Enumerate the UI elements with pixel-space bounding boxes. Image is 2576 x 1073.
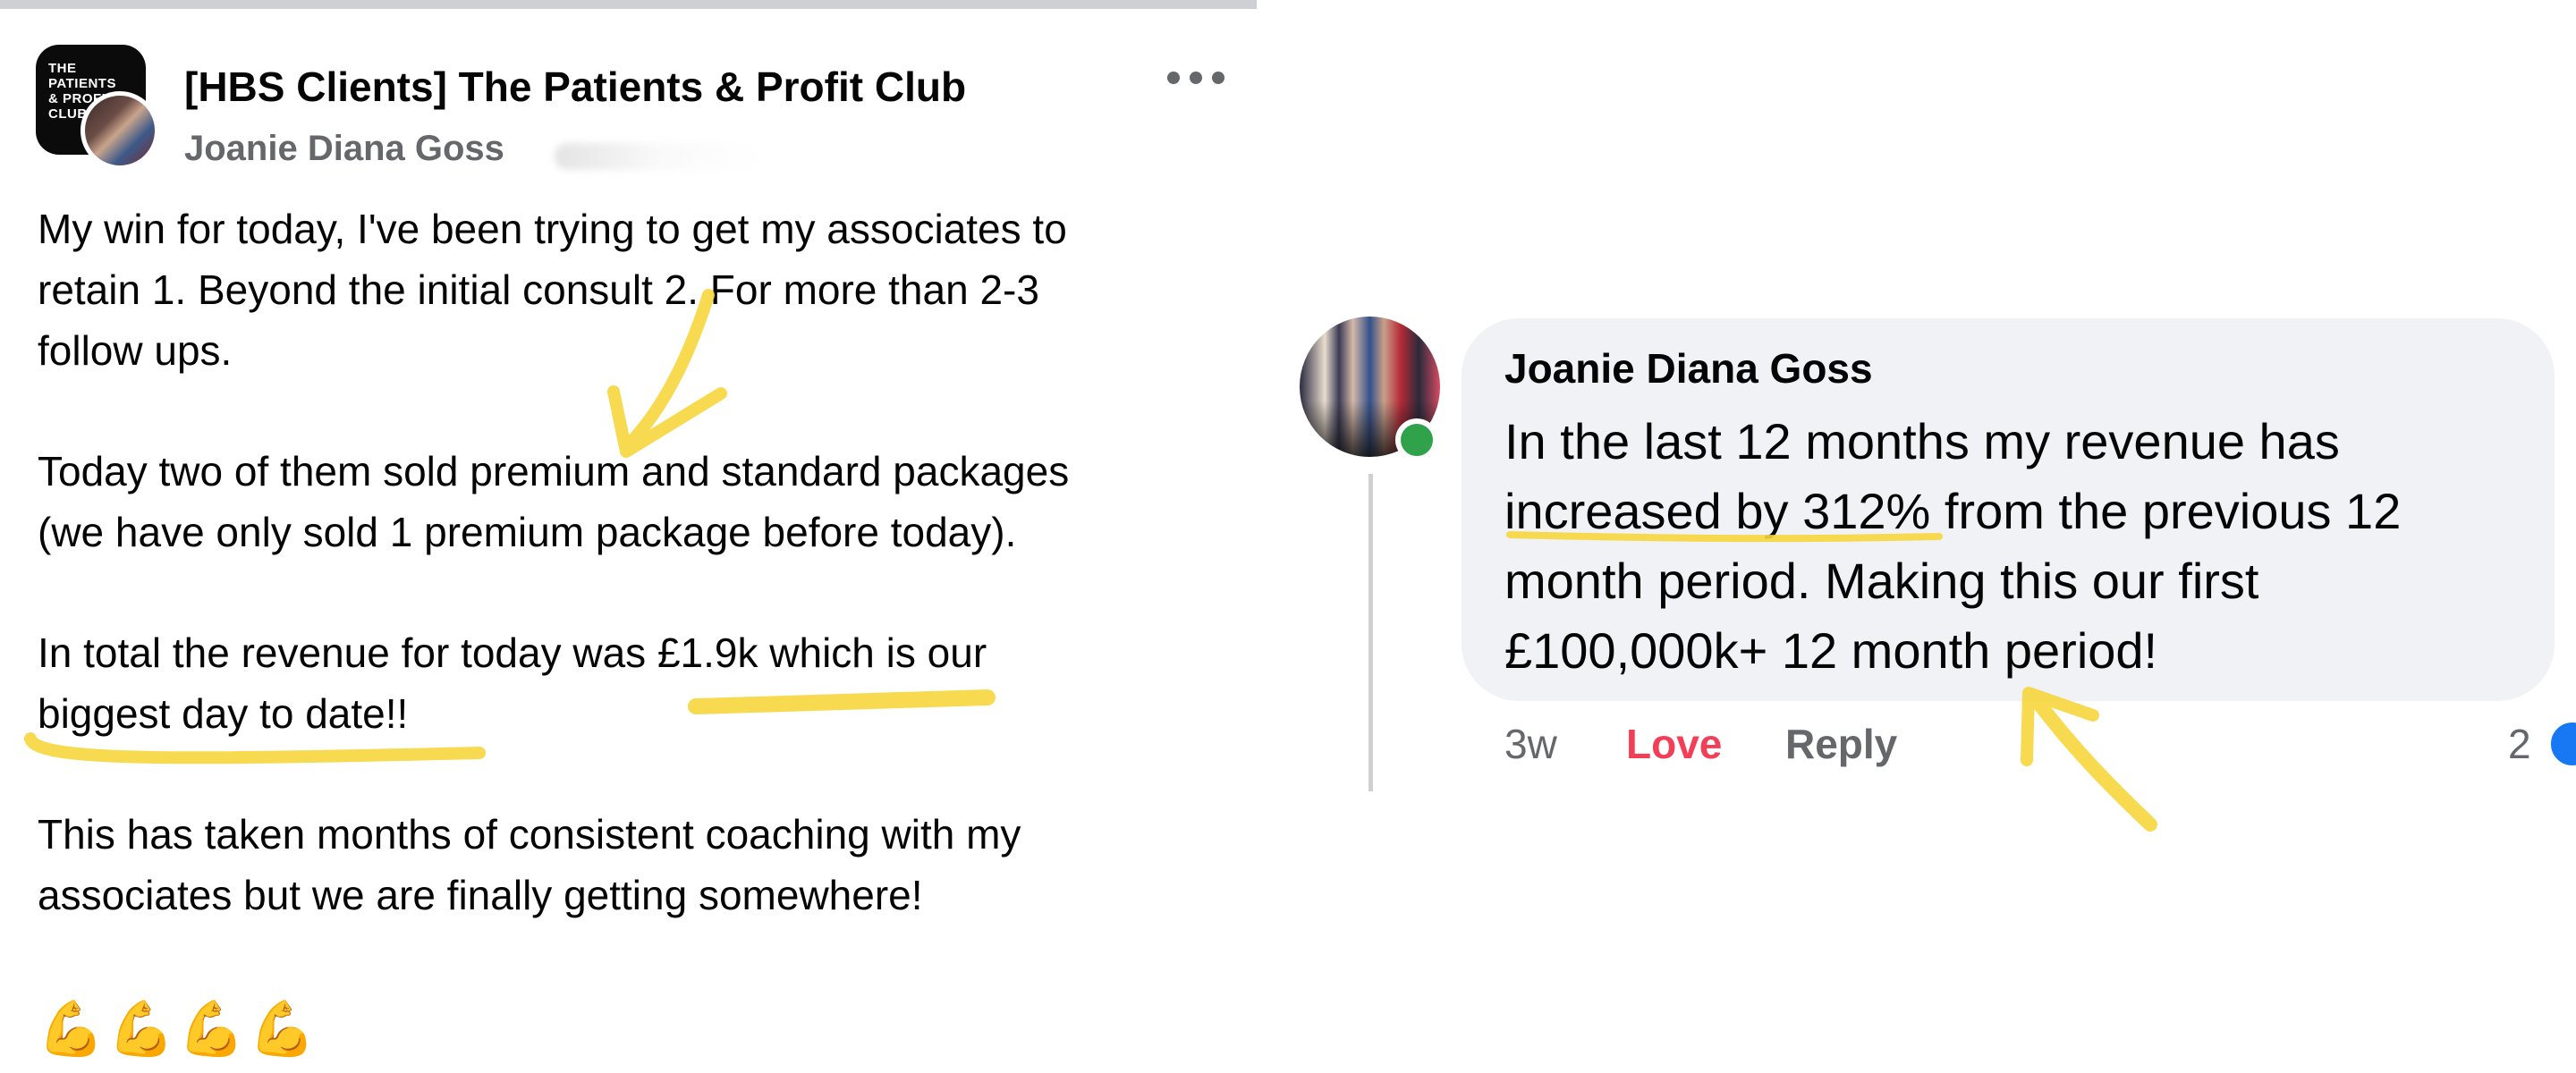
- group-name[interactable]: [HBS Clients] The Patients & Profit Club: [184, 63, 966, 111]
- reply-button[interactable]: Reply: [1785, 717, 1897, 771]
- more-options-button[interactable]: [1167, 64, 1224, 91]
- post-paragraph: This has taken months of consistent coac…: [38, 811, 1021, 918]
- love-reaction-button[interactable]: Love: [1626, 717, 1722, 771]
- comment-actions: 3w Love Reply 2: [1504, 717, 2576, 771]
- author-avatar[interactable]: [80, 91, 159, 170]
- post-paragraph: In total the revenue for today was £1.9k…: [38, 629, 987, 737]
- post-paragraph: My win for today, I've been trying to ge…: [38, 206, 1067, 374]
- post-paragraph: Today two of them sold premium and stand…: [38, 448, 1070, 555]
- redacted-timestamp: [555, 143, 760, 170]
- more-dot: [1212, 72, 1224, 84]
- thread-line: [1368, 474, 1373, 791]
- more-horizontal-icon: [1167, 72, 1180, 84]
- group-post: THE PATIENTS & PROFIT CLUB [HBS Clients] Th…: [0, 9, 1257, 1073]
- online-status-icon: [1395, 418, 1438, 461]
- post-author-name[interactable]: Joanie Diana Goss: [184, 129, 504, 169]
- post-body: My win for today, I've been trying to ge…: [38, 199, 1236, 925]
- flexed-biceps-emoji: 💪💪💪💪: [38, 998, 319, 1060]
- comment-timestamp[interactable]: 3w: [1504, 717, 1557, 771]
- comment-text: In the last 12 months my revenue has inc…: [1504, 413, 2402, 679]
- more-dot: [1190, 72, 1202, 84]
- reaction-count[interactable]: 2: [2508, 717, 2531, 771]
- top-divider-bar: [0, 0, 1257, 9]
- comment-author-name[interactable]: Joanie Diana Goss: [1504, 344, 1873, 393]
